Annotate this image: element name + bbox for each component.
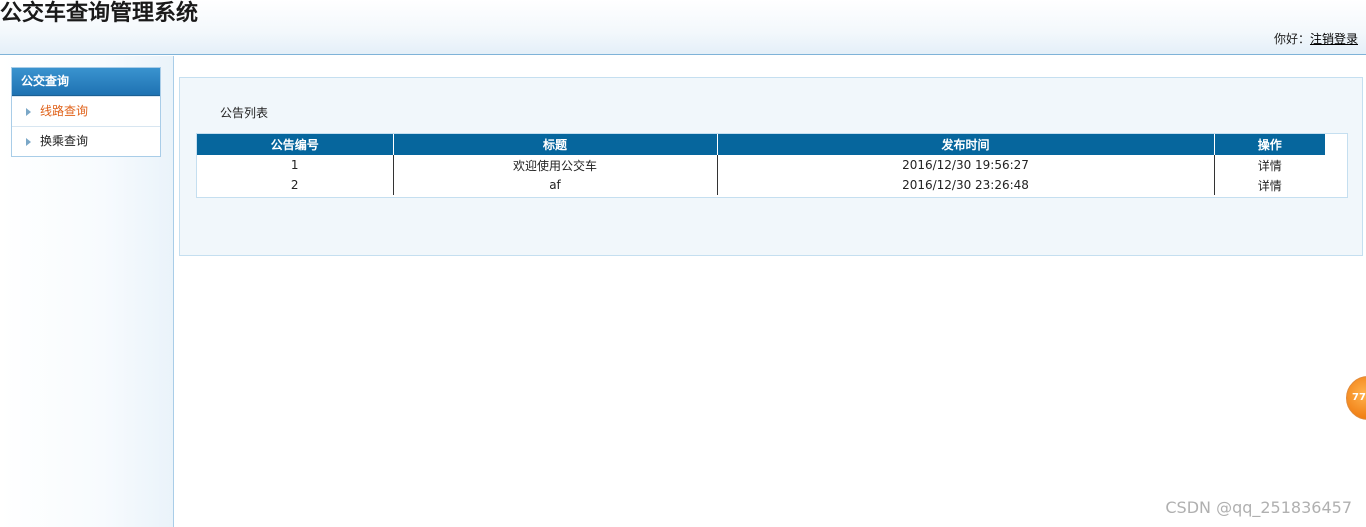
cell-id: 1 xyxy=(290,158,299,172)
detail-link[interactable]: 详情 xyxy=(1213,155,1325,175)
app-title: 公交车查询管理系统 xyxy=(0,1,199,26)
cell-id: 2 xyxy=(290,178,299,192)
greeting-text: 你好： xyxy=(1273,32,1310,46)
sidebar: 公交查询 线路查询 换乘查询 xyxy=(0,56,174,527)
user-area: 你好：注销登录 xyxy=(1274,30,1358,47)
panel-title: 公告列表 xyxy=(220,106,269,120)
notice-table-container: 公告编号 标题 发布时间 操作 1 欢迎使用公交车 2016/12/30 19:… xyxy=(196,133,1348,198)
table-row: 2 af 2016/12/30 23:26:48 详情 xyxy=(197,175,1325,195)
triangle-right-icon xyxy=(26,137,31,146)
sidebar-item-transfer-query[interactable]: 换乘查询 xyxy=(12,126,160,156)
detail-link[interactable]: 详情 xyxy=(1213,175,1325,195)
notice-table: 公告编号 标题 发布时间 操作 1 欢迎使用公交车 2016/12/30 19:… xyxy=(197,134,1325,195)
sidebar-item-label: 线路查询 xyxy=(40,104,89,118)
column-header-title: 标题 xyxy=(392,134,717,155)
cell-title: 欢迎使用公交车 xyxy=(392,155,717,175)
triangle-right-icon xyxy=(26,107,31,116)
cell-title: af xyxy=(392,175,717,195)
column-header-id: 公告编号 xyxy=(197,134,393,155)
column-header-time: 发布时间 xyxy=(716,134,1214,155)
sidebar-menu: 公交查询 线路查询 换乘查询 xyxy=(11,67,161,157)
content-panel: 公告列表 公告编号 标题 发布时间 操作 1 欢迎使用公交车 2016/12/3… xyxy=(179,77,1363,256)
page-header: 公交车查询管理系统 你好：注销登录 xyxy=(0,0,1366,55)
logout-link[interactable]: 注销登录 xyxy=(1310,32,1358,46)
sidebar-item-route-query[interactable]: 线路查询 xyxy=(12,96,160,126)
table-row: 1 欢迎使用公交车 2016/12/30 19:56:27 详情 xyxy=(197,155,1325,175)
table-header-row: 公告编号 标题 发布时间 操作 xyxy=(197,134,1325,155)
cell-time: 2016/12/30 19:56:27 xyxy=(716,155,1214,175)
cell-time: 2016/12/30 23:26:48 xyxy=(716,175,1214,195)
column-header-action: 操作 xyxy=(1213,134,1325,155)
floating-badge[interactable]: 77 xyxy=(1346,376,1366,420)
menu-section-title[interactable]: 公交查询 xyxy=(12,68,160,96)
watermark: CSDN @qq_251836457 xyxy=(1165,498,1352,517)
sidebar-item-label: 换乘查询 xyxy=(40,134,89,148)
